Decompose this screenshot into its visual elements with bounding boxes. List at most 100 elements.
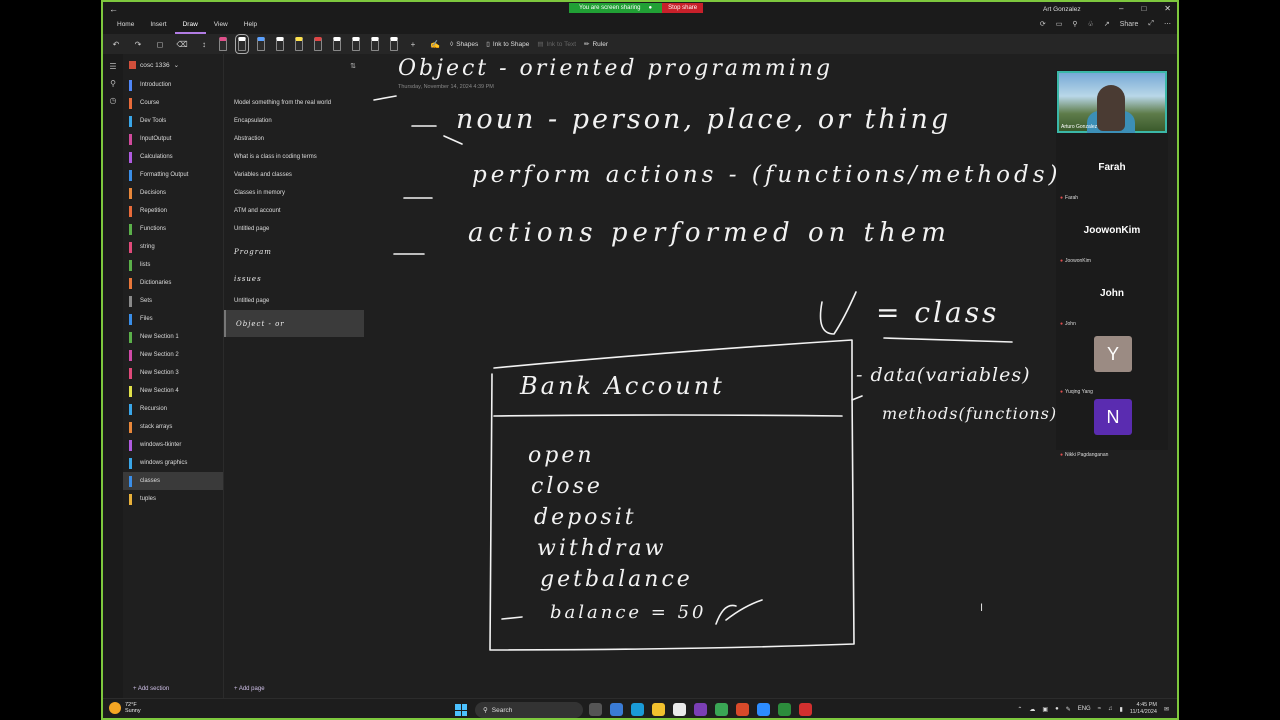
onenote-icon[interactable] (694, 703, 707, 716)
section-item[interactable]: Recursion (123, 400, 223, 418)
page-item[interactable]: Object - or (224, 310, 365, 337)
app-icon[interactable] (736, 703, 749, 716)
section-item[interactable]: stack arrays (123, 418, 223, 436)
pause-icon[interactable]: ● (649, 5, 653, 11)
clock[interactable]: 4:45 PM 11/14/2024 (1130, 702, 1157, 716)
section-item[interactable]: Dev Tools (123, 112, 223, 130)
page-item[interactable]: Untitled page (224, 292, 365, 310)
section-item[interactable]: Course (123, 94, 223, 112)
add-section-button[interactable]: + Add section (133, 686, 169, 692)
close-icon[interactable]: ✕ (1164, 4, 1171, 13)
pin-icon[interactable]: ⚲ (1072, 20, 1077, 28)
tab-home[interactable]: Home (109, 18, 142, 34)
participant-tile[interactable]: Farah ● Farah (1056, 140, 1168, 203)
section-item[interactable]: windows graphics (123, 454, 223, 472)
section-item[interactable]: New Section 4 (123, 382, 223, 400)
pen-3-icon[interactable] (257, 37, 265, 51)
page-item[interactable]: Variables and classes (224, 166, 365, 184)
share-icon[interactable]: ↗ (1104, 20, 1110, 28)
section-item[interactable]: tuples (123, 490, 223, 508)
page-item[interactable]: Program (224, 238, 365, 265)
section-item[interactable]: windows-tkinter (123, 436, 223, 454)
page-item[interactable]: issues (224, 265, 365, 292)
chrome-icon[interactable] (715, 703, 728, 716)
zoom-icon[interactable] (757, 703, 770, 716)
tab-insert[interactable]: Insert (142, 18, 174, 34)
section-item[interactable]: lists (123, 256, 223, 274)
camera-icon[interactable]: ▣ (1042, 706, 1048, 713)
language-indicator[interactable]: ENG (1078, 706, 1091, 712)
tab-view[interactable]: View (206, 18, 236, 34)
section-item[interactable]: Functions (123, 220, 223, 238)
edge-icon[interactable] (631, 703, 644, 716)
pen-5-icon[interactable] (295, 37, 303, 51)
pen-2-icon[interactable] (235, 34, 249, 54)
presenter-video-tile[interactable]: Arturo Gonzalez (1057, 71, 1167, 133)
expand-icon[interactable]: ⤢ (1148, 20, 1154, 28)
page-item[interactable]: Untitled page (224, 220, 365, 238)
add-pen-icon[interactable]: + (406, 40, 420, 49)
app-icon[interactable] (799, 703, 812, 716)
add-space-icon[interactable]: ↕ (197, 40, 211, 49)
chevron-up-icon[interactable]: ⌃ (1017, 706, 1022, 713)
maximize-icon[interactable]: □ (1141, 4, 1146, 13)
store-icon[interactable] (673, 703, 686, 716)
more-icon[interactable]: ⋯ (1164, 20, 1171, 28)
section-item[interactable]: Repetition (123, 202, 223, 220)
notification-icon[interactable]: ✉ (1164, 706, 1169, 713)
participant-tile[interactable]: JoowonKim ● JoowonKim (1056, 203, 1168, 266)
participant-tile[interactable]: John ● John (1056, 266, 1168, 329)
pen-7-icon[interactable] (333, 37, 341, 51)
ink-to-text-button[interactable]: ▤ Ink to Text (537, 40, 576, 49)
participant-tile[interactable]: Y ● Yuqing Yang (1056, 334, 1168, 397)
cloud-icon[interactable]: ☁ (1029, 706, 1035, 713)
pen-4-icon[interactable] (276, 37, 284, 51)
page-item[interactable]: Abstraction (224, 130, 365, 148)
shapes-button[interactable]: ◊ Shapes (450, 41, 478, 48)
tablet-icon[interactable]: ▭ (1056, 20, 1063, 28)
battery-icon[interactable]: ▮ (1120, 706, 1123, 713)
pen-8-icon[interactable] (352, 37, 360, 51)
wifi-icon[interactable]: ≈ (1098, 706, 1101, 712)
back-arrow-icon[interactable]: ← (109, 4, 118, 14)
share-label[interactable]: Share (1120, 21, 1139, 28)
participant-tile[interactable]: N ● Nikki Pagdanganan (1056, 397, 1168, 460)
section-item[interactable]: Calculations (123, 148, 223, 166)
section-item[interactable]: New Section 2 (123, 346, 223, 364)
stop-share-button[interactable]: Stop share (662, 3, 704, 13)
notebook-selector[interactable]: cosc 1336 ⌄ (123, 54, 223, 76)
pen-icon[interactable]: ✎ (1066, 706, 1071, 713)
weather-widget[interactable]: 72°F Sunny (109, 702, 141, 714)
ink-to-shape-button[interactable]: ▯ Ink to Shape (486, 40, 529, 49)
add-page-button[interactable]: + Add page (234, 686, 265, 692)
ruler-button[interactable]: ✏ Ruler (584, 40, 608, 49)
pen-10-icon[interactable] (390, 37, 398, 51)
minimize-icon[interactable]: – (1119, 4, 1123, 13)
section-item[interactable]: Formatting Output (123, 166, 223, 184)
section-item[interactable]: classes (123, 472, 223, 490)
notebooks-icon[interactable]: ☰ (103, 62, 123, 71)
recent-icon[interactable]: ◷ (103, 96, 123, 105)
pen-6-icon[interactable] (314, 37, 322, 51)
mic-icon[interactable]: ● (1055, 706, 1059, 712)
section-item[interactable]: Sets (123, 292, 223, 310)
search-icon[interactable]: ⚲ (103, 79, 123, 88)
start-button[interactable] (455, 704, 467, 716)
volume-icon[interactable]: ♫ (1108, 706, 1113, 712)
section-item[interactable]: InputOutput (123, 130, 223, 148)
touch-draw-icon[interactable]: ✍ (428, 40, 442, 49)
section-item[interactable]: New Section 3 (123, 364, 223, 382)
section-item[interactable]: Files (123, 310, 223, 328)
section-item[interactable]: Decisions (123, 184, 223, 202)
page-item[interactable]: Classes in memory (224, 184, 365, 202)
account-name[interactable]: Art Gonzalez (1043, 6, 1081, 13)
sync-icon[interactable]: ⟳ (1040, 20, 1046, 28)
bell-icon[interactable]: ♧ (1088, 20, 1094, 28)
section-item[interactable]: New Section 1 (123, 328, 223, 346)
section-item[interactable]: Introduction (123, 76, 223, 94)
file-explorer-icon[interactable] (652, 703, 665, 716)
page-item[interactable]: ATM and account (224, 202, 365, 220)
redo-icon[interactable]: ↷ (131, 40, 145, 49)
page-item[interactable]: What is a class in coding terms (224, 148, 365, 166)
section-item[interactable]: string (123, 238, 223, 256)
